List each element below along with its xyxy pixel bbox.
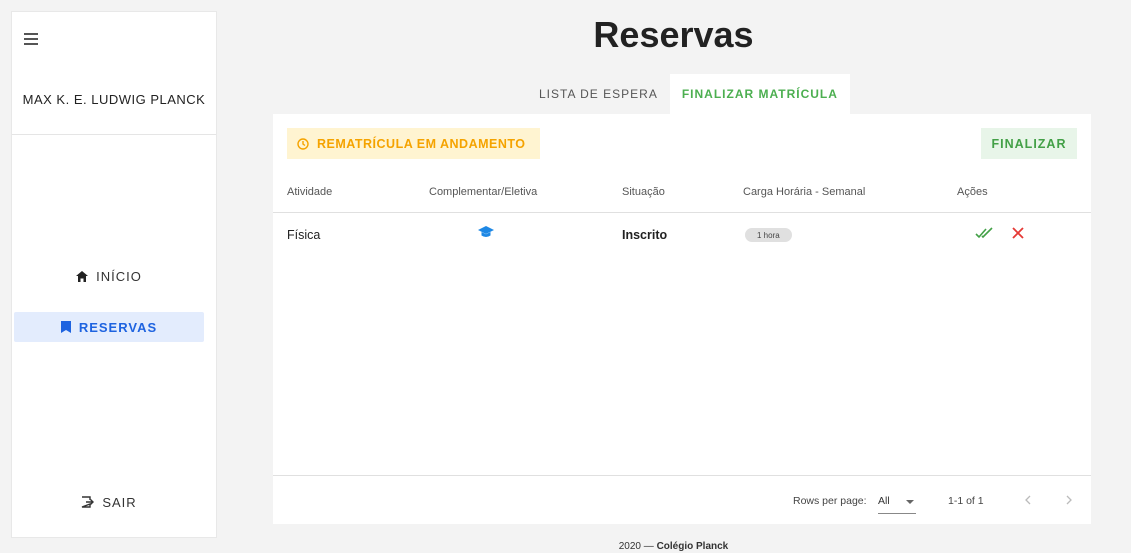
logout-label: SAIR: [102, 494, 137, 510]
column-header-atividade[interactable]: Atividade: [287, 186, 332, 198]
reservation-card: REMATRÍCULA EM ANDAMENTO FINALIZAR Ativi…: [273, 114, 1091, 524]
approve-double-check-icon[interactable]: [975, 226, 995, 240]
sidebar-item-label: RESERVAS: [78, 319, 158, 335]
table-footer-divider: [273, 475, 1091, 476]
hamburger-menu-icon[interactable]: [24, 30, 44, 46]
tab-lista-de-espera[interactable]: LISTA DE ESPERA: [527, 74, 670, 114]
sidebar-item-reservas[interactable]: RESERVAS: [14, 312, 204, 342]
hours-chip: 1 hora: [745, 228, 792, 242]
table-header-divider: [273, 212, 1091, 213]
tab-finalizar-matricula[interactable]: FINALIZAR MATRÍCULA: [669, 74, 850, 114]
sidebar: MAX K. E. LUDWIG PLANCK INÍCIO RESERVAS …: [12, 12, 216, 537]
footer-org: Colégio Planck: [656, 541, 729, 552]
sidebar-item-label: INÍCIO: [96, 268, 142, 284]
rows-per-page-select[interactable]: All: [878, 491, 916, 514]
page-footer: 2020 — Colégio Planck: [216, 541, 1131, 552]
column-header-situacao[interactable]: Situação: [622, 186, 665, 198]
cell-atividade: Física: [287, 228, 321, 242]
home-icon: [76, 270, 89, 282]
cell-situacao: Inscrito: [622, 228, 668, 242]
column-header-carga-horaria[interactable]: Carga Horária - Semanal: [743, 186, 865, 198]
prev-page-icon[interactable]: [1020, 492, 1036, 508]
footer-year: 2020 —: [618, 541, 654, 552]
sidebar-item-inicio[interactable]: INÍCIO: [14, 261, 204, 291]
column-header-acoes: Ações: [957, 186, 988, 198]
chevron-down-icon: [906, 500, 914, 504]
column-header-complementar-eletiva[interactable]: Complementar/Eletiva: [429, 186, 537, 198]
clock-icon: [297, 137, 309, 150]
rows-per-page-label: Rows per page:: [793, 495, 867, 507]
remove-close-icon[interactable]: [1011, 226, 1025, 240]
logout-icon: [81, 496, 95, 508]
user-name: MAX K. E. LUDWIG PLANCK: [22, 92, 206, 107]
status-badge: REMATRÍCULA EM ANDAMENTO: [287, 128, 540, 159]
tabs: LISTA DE ESPERA FINALIZAR MATRÍCULA: [527, 74, 850, 114]
bookmark-icon: [60, 321, 71, 333]
graduation-cap-icon: [478, 225, 494, 242]
page-title: Reservas: [593, 14, 754, 55]
logout-button[interactable]: SAIR: [14, 487, 204, 517]
rows-per-page-value: All: [878, 495, 890, 507]
status-text: REMATRÍCULA EM ANDAMENTO: [317, 136, 526, 151]
sidebar-divider: [12, 134, 216, 135]
pagination-range: 1-1 of 1: [948, 495, 984, 507]
next-page-icon[interactable]: [1061, 492, 1077, 508]
finalize-button[interactable]: FINALIZAR: [981, 128, 1077, 159]
